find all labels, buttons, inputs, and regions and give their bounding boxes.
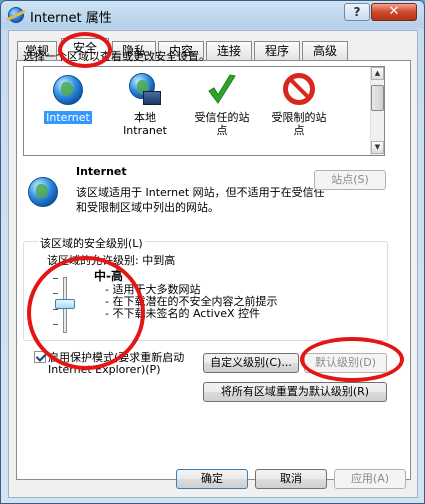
close-button[interactable]: ✕ — [371, 3, 417, 21]
zone-trusted-sites[interactable]: 受信任的站 点 — [182, 71, 262, 153]
reset-all-zones-button[interactable]: 将所有区域重置为默认级别(R) — [203, 382, 387, 402]
zone-restricted-label-1: 受限制的站 — [271, 111, 327, 124]
protected-mode-checkbox[interactable]: 启用保护模式(要求重新启动 Internet Explorer)(P) — [34, 351, 209, 376]
security-level-description: - 适用于大多数网站 - 在下载潜在的不安全内容之前提示 - 不下载未签名的 A… — [105, 284, 277, 320]
zone-local-intranet[interactable]: 本地 Intranet — [105, 71, 185, 153]
default-level-button[interactable]: 默认级别(D) — [304, 353, 387, 373]
zone-internet-label: Internet — [44, 111, 92, 124]
checkbox-checked-icon[interactable] — [34, 351, 46, 363]
scroll-up-arrow-icon[interactable]: ▲ — [371, 67, 384, 80]
scroll-down-arrow-icon[interactable]: ▼ — [371, 141, 384, 154]
sites-button[interactable]: 站点(S) — [314, 170, 386, 190]
security-level-slider-thumb[interactable] — [55, 299, 75, 309]
globe-icon — [53, 75, 83, 105]
internet-globe-icon — [8, 7, 24, 23]
slider-tick — [53, 278, 58, 279]
zone-internet[interactable]: Internet — [28, 71, 108, 153]
tab-programs[interactable]: 程序 — [254, 41, 300, 60]
slider-tick — [53, 309, 58, 310]
zone-intranet-label-2: Intranet — [123, 124, 167, 137]
zone-intranet-label-1: 本地 — [134, 111, 156, 124]
tab-advanced[interactable]: 高级 — [302, 41, 348, 60]
slider-tick — [53, 324, 58, 325]
zone-restricted-label-2: 点 — [293, 124, 305, 137]
custom-level-button[interactable]: 自定义级别(C)... — [203, 353, 299, 373]
security-level-group-title: 该区域的安全级别(L) — [38, 235, 145, 251]
selected-zone-globe-icon — [28, 177, 58, 207]
zone-list-scrollbar[interactable]: ▲ ▼ — [370, 67, 384, 155]
zone-trusted-label-1: 受信任的站 — [194, 111, 250, 124]
window-title: Internet 属性 — [30, 11, 112, 26]
checkmark-icon — [208, 74, 236, 104]
zone-prompt-text: 选择一个区域以查看或更改安全设置。 — [23, 50, 210, 63]
protected-mode-label-2: Internet Explorer)(P) — [48, 363, 161, 376]
level-bullet: - 不下载未签名的 ActiveX 控件 — [105, 307, 261, 320]
zone-trusted-label-2: 点 — [216, 124, 228, 137]
zone-restricted-sites[interactable]: 受限制的站 点 — [259, 71, 339, 153]
security-level-name: 中-高 — [94, 269, 123, 283]
scroll-thumb[interactable] — [371, 85, 384, 111]
selected-zone-description: 该区域适用于 Internet 网站，但不适用于在受信任和受限制区域中列出的网站… — [76, 186, 325, 214]
apply-button[interactable]: 应用(A) — [334, 469, 406, 489]
monitor-icon — [143, 91, 161, 105]
cancel-button[interactable]: 取消 — [255, 469, 327, 489]
tab-connections[interactable]: 连接 — [206, 41, 252, 60]
no-entry-icon — [283, 73, 315, 105]
title-bar[interactable]: Internet 属性 ? ✕ — [1, 1, 424, 29]
ok-button[interactable]: 确定 — [176, 469, 248, 489]
slider-tick — [53, 293, 58, 294]
help-button[interactable]: ? — [344, 3, 370, 21]
zone-list[interactable]: Internet 本地 Intranet 受信任的站 点 受限制的站 点 ▲ ▼ — [23, 66, 385, 156]
allowed-levels-text: 该区域的允许级别: 中到高 — [47, 254, 176, 267]
selected-zone-name: Internet — [76, 165, 127, 178]
internet-properties-window: Internet 属性 ? ✕ 常规 安全 隐私 内容 连接 程序 高级 选择一… — [0, 0, 425, 504]
